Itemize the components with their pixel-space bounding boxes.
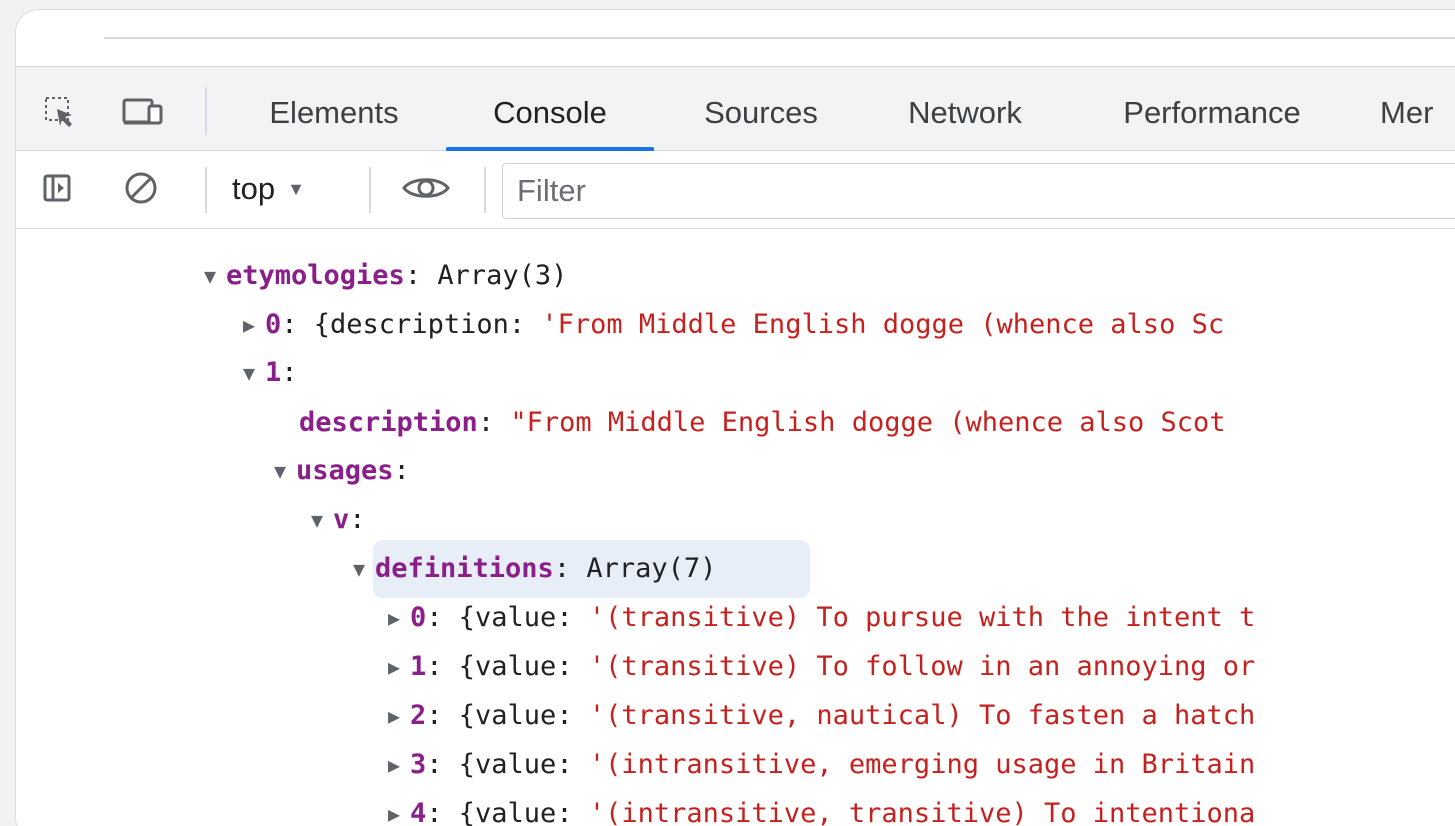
definition-row-1[interactable]: ▶ 1: {value: '(transitive) To follow in a… xyxy=(388,647,1255,687)
collapse-arrow-icon[interactable]: ▶ xyxy=(388,745,410,785)
tab-performance-label: Performance xyxy=(1123,95,1301,130)
top-strip xyxy=(16,10,1455,66)
expand-arrow-icon[interactable]: ▼ xyxy=(204,256,226,296)
definition-row-4[interactable]: ▶ 4: {value: '(intransitive, transitive) … xyxy=(388,794,1255,826)
filter-box[interactable] xyxy=(502,163,1455,219)
definition-row-3[interactable]: ▶ 3: {value: '(intransitive, emerging usa… xyxy=(388,745,1255,785)
definition-1-prefix: {value: xyxy=(458,651,589,682)
description-key: description xyxy=(299,407,478,438)
definition-0-index: 0 xyxy=(410,602,427,633)
definition-3-value: '(intransitive, emerging usage in Britai… xyxy=(588,749,1256,780)
clear-console-icon[interactable] xyxy=(121,168,161,208)
execution-context-value: top xyxy=(232,171,276,206)
tab-memory-label: Mer xyxy=(1380,95,1434,130)
definition-0-prefix: {value: xyxy=(458,602,589,633)
devtools-window: Elements Console Sources Network Perform… xyxy=(15,9,1455,826)
definition-3-index: 3 xyxy=(410,749,427,780)
collapse-arrow-icon[interactable]: ▶ xyxy=(243,305,265,345)
etymologies-key: etymologies xyxy=(226,260,405,291)
definition-4-value: '(intransitive, transitive) To intention… xyxy=(588,798,1256,826)
etymology-1-index: 1 xyxy=(265,357,282,388)
definitions-summary: Array(7) xyxy=(586,553,717,584)
console-separator-1 xyxy=(205,167,207,213)
tab-console-label: Console xyxy=(493,95,607,130)
top-rule xyxy=(104,37,1455,39)
tab-sources-label: Sources xyxy=(704,95,818,130)
filter-input[interactable] xyxy=(517,164,1455,218)
inspect-element-icon[interactable] xyxy=(41,93,79,131)
etymologies-summary: Array(3) xyxy=(437,260,568,291)
definitions-key: definitions xyxy=(375,553,554,584)
live-expression-eye-icon[interactable] xyxy=(398,169,454,207)
tab-performance[interactable]: Performance xyxy=(1107,81,1317,145)
tab-console[interactable]: Console xyxy=(446,81,654,145)
definition-2-value: '(transitive, nautical) To fasten a hatc… xyxy=(588,700,1256,731)
tab-memory[interactable]: Mer xyxy=(1380,81,1455,145)
expand-arrow-icon[interactable]: ▼ xyxy=(353,549,375,589)
tab-sources[interactable]: Sources xyxy=(688,81,834,145)
definition-1-index: 1 xyxy=(410,651,427,682)
console-separator-3 xyxy=(484,167,486,213)
definition-row-2[interactable]: ▶ 2: {value: '(transitive, nautical) To f… xyxy=(388,696,1255,736)
device-toolbar-icon[interactable] xyxy=(119,93,167,131)
execution-context-select[interactable]: top ▼ xyxy=(232,167,352,211)
etymology-0-index: 0 xyxy=(265,309,282,340)
collapse-arrow-icon[interactable]: ▶ xyxy=(388,647,410,687)
definition-4-prefix: {value: xyxy=(458,798,589,826)
console-separator-2 xyxy=(369,167,371,213)
expand-arrow-icon[interactable]: ▼ xyxy=(243,353,265,393)
definition-0-value: '(transitive) To pursue with the intent … xyxy=(588,602,1256,633)
definition-3-prefix: {value: xyxy=(458,749,589,780)
collapse-arrow-icon[interactable]: ▶ xyxy=(388,794,410,826)
description-value: "From Middle English dogge (whence also … xyxy=(510,407,1226,438)
tab-network-label: Network xyxy=(908,95,1022,130)
tree-row-usages[interactable]: ▼ usages: xyxy=(274,451,410,491)
console-output: ▼ etymologies: Array(3) ▶ 0: {description:… xyxy=(16,229,1455,826)
tree-row-etymology-1[interactable]: ▼ 1: xyxy=(243,353,298,393)
console-toolbar: top ▼ xyxy=(16,151,1455,229)
devtools-tabs-bar: Elements Console Sources Network Perform… xyxy=(16,66,1455,152)
definition-2-index: 2 xyxy=(410,700,427,731)
tabs-separator xyxy=(205,87,207,135)
tab-elements-label: Elements xyxy=(269,95,399,130)
tree-row-description[interactable]: description: "From Middle English dogge … xyxy=(299,403,1226,443)
tree-row-v[interactable]: ▼ v: xyxy=(311,500,366,540)
definition-2-prefix: {value: xyxy=(458,700,589,731)
collapse-arrow-icon[interactable]: ▶ xyxy=(388,598,410,638)
definition-1-value: '(transitive) To follow in an annoying o… xyxy=(588,651,1256,682)
tab-elements[interactable]: Elements xyxy=(258,81,410,145)
tree-row-etymologies[interactable]: ▼ etymologies: Array(3) xyxy=(204,256,567,296)
sidebar-toggle-icon[interactable] xyxy=(40,171,74,205)
etymology-0-value: 'From Middle English dogge (whence also … xyxy=(541,309,1225,340)
collapse-arrow-icon[interactable]: ▶ xyxy=(388,696,410,736)
v-key: v xyxy=(333,504,350,535)
tab-network[interactable]: Network xyxy=(894,81,1036,145)
expand-arrow-icon[interactable]: ▼ xyxy=(311,500,333,540)
dropdown-arrow-icon: ▼ xyxy=(287,178,305,199)
definition-4-index: 4 xyxy=(410,798,427,826)
usages-key: usages xyxy=(296,455,394,486)
definition-row-0[interactable]: ▶ 0: {value: '(transitive) To pursue with… xyxy=(388,598,1255,638)
etymology-0-prefix: {description: xyxy=(313,309,542,340)
tree-row-definitions[interactable]: ▼ definitions: Array(7) xyxy=(353,549,716,589)
expand-arrow-icon[interactable]: ▼ xyxy=(274,451,296,491)
tree-row-etymology-0[interactable]: ▶ 0: {description: 'From Middle English d… xyxy=(243,305,1224,345)
